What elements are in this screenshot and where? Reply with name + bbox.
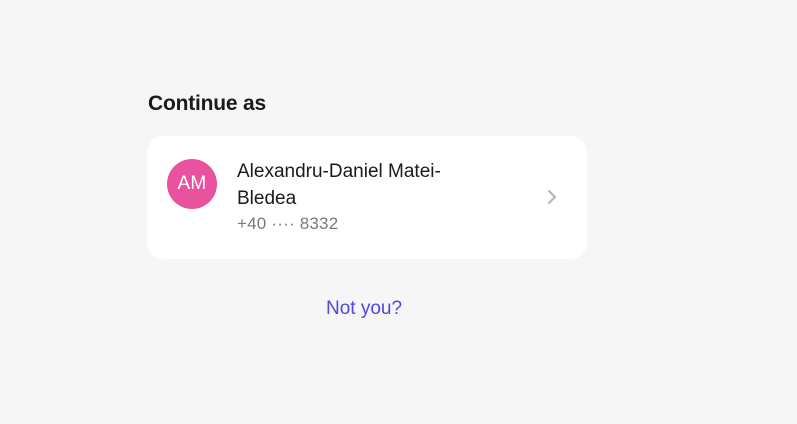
avatar: AM xyxy=(167,159,217,209)
account-card[interactable]: AM Alexandru-Daniel Matei-Bledea +40 ···… xyxy=(147,136,587,259)
not-you-link[interactable]: Not you? xyxy=(326,298,402,320)
account-phone: +40 ···· 8332 xyxy=(237,214,339,233)
chevron-right-icon xyxy=(547,189,557,205)
account-name: Alexandru-Daniel Matei-Bledea xyxy=(237,161,441,209)
page-title: Continue as xyxy=(148,92,266,115)
